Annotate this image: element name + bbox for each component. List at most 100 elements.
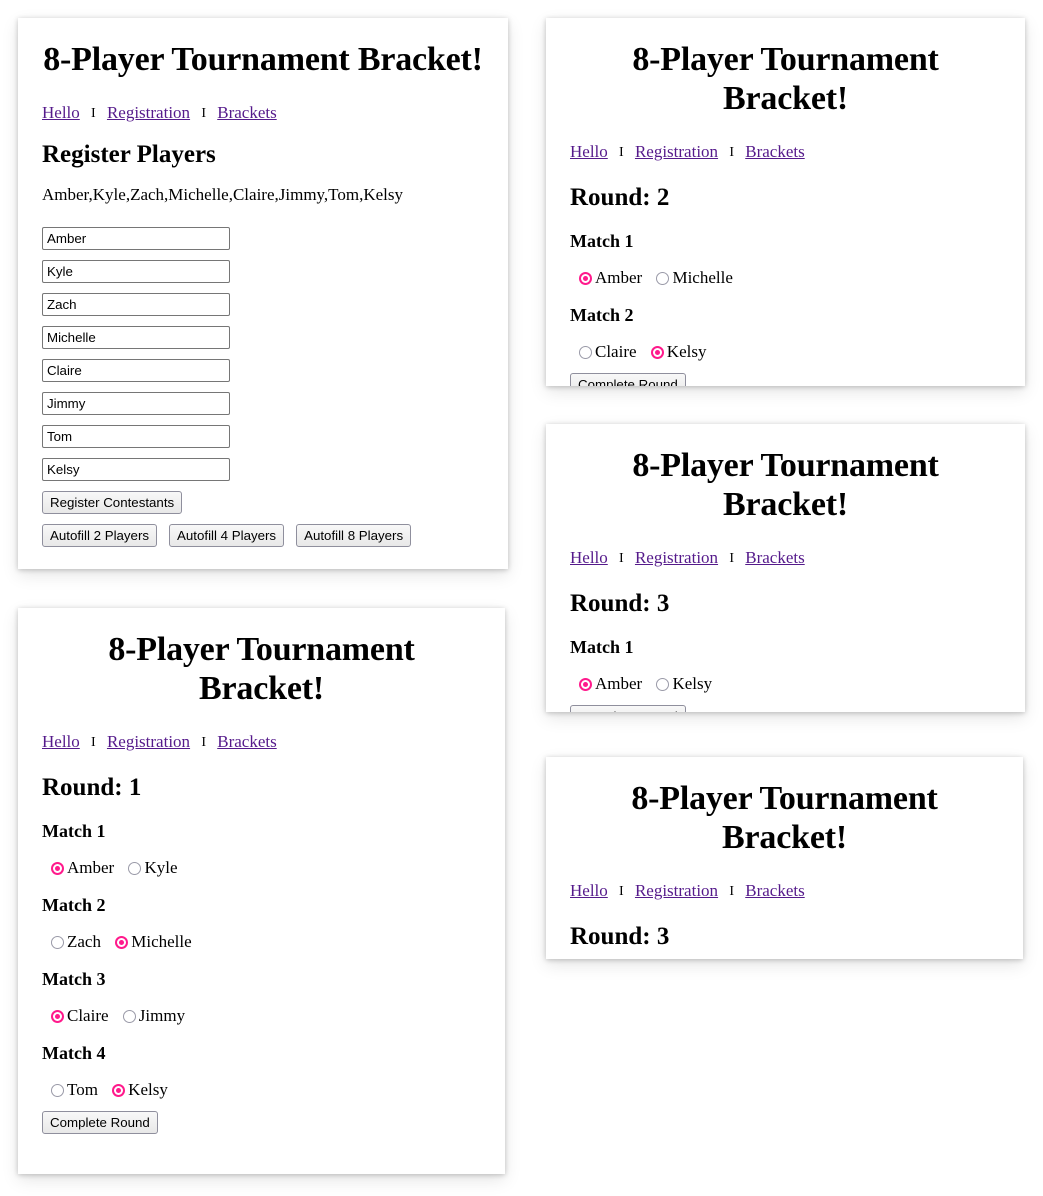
- nav-link-brackets[interactable]: Brackets: [745, 881, 804, 900]
- radio-option-kelsy[interactable]: Kelsy: [112, 1081, 168, 1098]
- round-label: Round: 3: [570, 923, 670, 951]
- navigation-bar: Hello I Registration I Brackets: [570, 881, 999, 901]
- nav-link-registration[interactable]: Registration: [107, 103, 190, 122]
- radio-option-amber[interactable]: Amber: [579, 269, 642, 286]
- radio-label: Kelsy: [672, 674, 713, 694]
- radio-label: Michelle: [672, 268, 733, 288]
- nav-separator: I: [201, 106, 206, 122]
- player-input-1[interactable]: [42, 227, 230, 251]
- player-input-3[interactable]: [42, 293, 230, 317]
- autofill-8-players-button[interactable]: Autofill 8 Players: [296, 524, 412, 548]
- register-contestants-button[interactable]: Register Contestants: [42, 491, 183, 515]
- nav-link-brackets[interactable]: Brackets: [217, 732, 276, 751]
- complete-round-row: Complete Round: [570, 373, 1001, 386]
- register-players-heading: Register Players: [42, 141, 216, 169]
- radio-option-jimmy[interactable]: Jimmy: [122, 1007, 185, 1024]
- radio-unselected-icon[interactable]: [656, 272, 670, 286]
- radio-option-michelle[interactable]: Michelle: [115, 932, 192, 952]
- match-options-1: Amber Kyle: [42, 859, 481, 876]
- nav-separator: I: [729, 145, 734, 161]
- match-options-1: Amber Michelle: [570, 269, 1001, 286]
- nav-link-hello[interactable]: Hello: [570, 142, 608, 161]
- radio-option-kelsy[interactable]: Kelsy: [656, 675, 712, 692]
- navigation-bar: Hello I Registration I Brackets: [42, 732, 481, 752]
- navigation-bar: Hello I Registration I Brackets: [570, 142, 1001, 162]
- match-label-2: Match 2: [570, 305, 634, 326]
- nav-link-brackets[interactable]: Brackets: [745, 142, 804, 161]
- radio-option-kyle[interactable]: Kyle: [128, 859, 178, 876]
- nav-link-registration[interactable]: Registration: [107, 732, 190, 751]
- match-options-2: Claire Kelsy: [570, 343, 1001, 360]
- radio-option-amber[interactable]: Amber: [579, 675, 642, 692]
- page-title: 8-Player Tournament Bracket!: [631, 780, 938, 857]
- roster-text: Amber,Kyle,Zach,Michelle,Claire,Jimmy,To…: [42, 185, 404, 205]
- match-label-4: Match 4: [42, 1043, 106, 1064]
- radio-option-kelsy[interactable]: Kelsy: [650, 342, 707, 362]
- complete-round-button[interactable]: Complete Round: [570, 373, 686, 386]
- player-input-7[interactable]: [42, 425, 230, 449]
- nav-separator: I: [729, 551, 734, 567]
- match-options-3: Claire Jimmy: [42, 1007, 481, 1024]
- radio-selected-icon[interactable]: [51, 862, 64, 876]
- radio-selected-icon[interactable]: [579, 272, 592, 286]
- radio-unselected-icon[interactable]: [51, 936, 64, 950]
- player-input-4[interactable]: [42, 326, 230, 350]
- radio-option-tom[interactable]: Tom: [51, 1081, 98, 1098]
- radio-unselected-icon[interactable]: [656, 678, 670, 692]
- nav-link-registration[interactable]: Registration: [635, 548, 718, 567]
- radio-label: Michelle: [131, 932, 192, 952]
- autofill-2-players-button[interactable]: Autofill 2 Players: [42, 524, 158, 548]
- autofill-button-row: Autofill 2 Players Autofill 4 Players Au…: [42, 524, 484, 548]
- radio-unselected-icon[interactable]: [579, 346, 592, 360]
- player-input-6[interactable]: [42, 392, 230, 416]
- autofill-4-players-button[interactable]: Autofill 4 Players: [169, 524, 285, 548]
- radio-selected-icon[interactable]: [115, 936, 129, 950]
- nav-link-hello[interactable]: Hello: [42, 732, 80, 751]
- radio-selected-icon[interactable]: [112, 1084, 126, 1098]
- complete-round-button[interactable]: Complete Round: [570, 705, 686, 712]
- nav-link-registration[interactable]: Registration: [635, 881, 718, 900]
- player-input-8[interactable]: [42, 458, 230, 482]
- radio-option-claire[interactable]: Claire: [579, 343, 637, 360]
- radio-option-michelle[interactable]: Michelle: [656, 268, 733, 288]
- radio-selected-icon[interactable]: [650, 346, 664, 360]
- round-1-card: 8-Player Tournament Bracket! Hello I Reg…: [18, 608, 505, 1174]
- nav-link-brackets[interactable]: Brackets: [217, 103, 276, 122]
- radio-label: Amber: [595, 674, 643, 694]
- round-label: Round: 1: [42, 774, 142, 802]
- player-input-5[interactable]: [42, 359, 230, 383]
- radio-label: Tom: [67, 1080, 98, 1100]
- player-inputs-list: [42, 227, 484, 482]
- radio-label: Amber: [595, 268, 643, 288]
- match-label-1: Match 1: [42, 821, 106, 842]
- match-label-1: Match 1: [570, 231, 634, 252]
- nav-link-hello[interactable]: Hello: [42, 103, 80, 122]
- nav-separator: I: [91, 106, 96, 122]
- radio-label: Kelsy: [666, 342, 707, 362]
- radio-option-zach[interactable]: Zach: [51, 933, 101, 950]
- nav-separator: I: [619, 551, 624, 567]
- round-label: Round: 2: [570, 184, 670, 212]
- nav-link-brackets[interactable]: Brackets: [745, 548, 804, 567]
- match-options-1: Amber Kelsy: [570, 675, 1001, 692]
- register-button-row: Register Contestants: [42, 491, 484, 515]
- page-title: 8-Player Tournament Bracket!: [108, 631, 415, 708]
- complete-round-row: Complete Round: [42, 1111, 481, 1135]
- radio-selected-icon[interactable]: [51, 1010, 64, 1024]
- radio-unselected-icon[interactable]: [122, 1010, 136, 1024]
- page-title: 8-Player Tournament Bracket!: [43, 41, 483, 78]
- match-label-1: Match 1: [570, 637, 634, 658]
- complete-round-button[interactable]: Complete Round: [42, 1111, 158, 1135]
- nav-link-hello[interactable]: Hello: [570, 881, 608, 900]
- nav-link-hello[interactable]: Hello: [570, 548, 608, 567]
- radio-label: Claire: [67, 1006, 109, 1026]
- radio-option-amber[interactable]: Amber: [51, 859, 114, 876]
- nav-link-registration[interactable]: Registration: [635, 142, 718, 161]
- radio-selected-icon[interactable]: [579, 678, 592, 692]
- radio-option-claire[interactable]: Claire: [51, 1007, 109, 1024]
- player-input-2[interactable]: [42, 260, 230, 284]
- radio-unselected-icon[interactable]: [51, 1084, 64, 1098]
- nav-separator: I: [201, 735, 206, 751]
- radio-unselected-icon[interactable]: [128, 862, 142, 876]
- match-label-2: Match 2: [42, 895, 106, 916]
